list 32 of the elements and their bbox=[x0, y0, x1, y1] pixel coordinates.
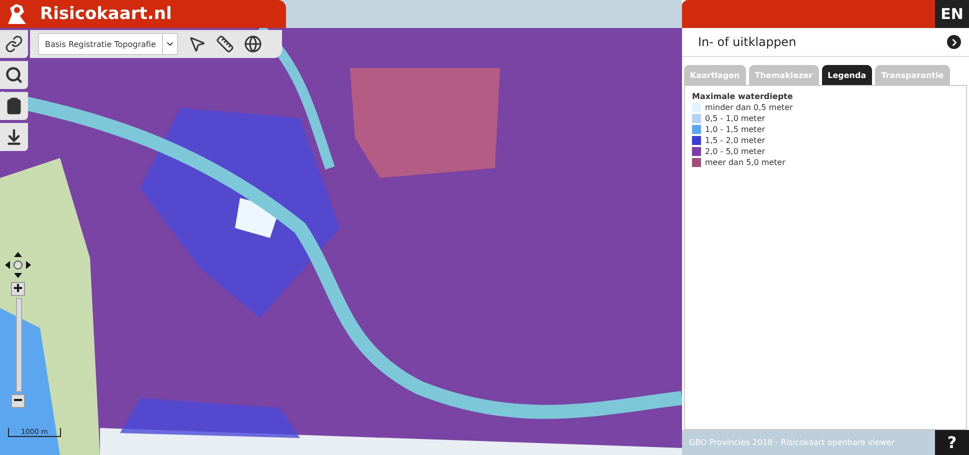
legend-label: 1,5 - 2,0 meter bbox=[705, 136, 766, 145]
legend-label: 1,0 - 1,5 meter bbox=[705, 125, 766, 134]
panel-tab[interactable]: Legenda bbox=[822, 65, 872, 85]
chevron-right-icon[interactable] bbox=[947, 35, 961, 49]
minus-icon bbox=[14, 396, 22, 404]
help-button[interactable]: ? bbox=[935, 430, 969, 455]
download-icon bbox=[5, 128, 23, 146]
plus-icon bbox=[14, 284, 22, 292]
collapse-toggle-label[interactable]: In- of uitklappen bbox=[698, 35, 796, 49]
legend-label: 2,0 - 5,0 meter bbox=[705, 147, 766, 156]
legend-label: 0,5 - 1,0 meter bbox=[705, 114, 766, 123]
footer-text: GBO Provincies 2018 - Risicokaart openbare viewer bbox=[688, 437, 896, 449]
language-button[interactable]: EN bbox=[935, 0, 969, 28]
legend-label: minder dan 0,5 meter bbox=[705, 103, 793, 112]
legend-title: Maximale waterdiepte bbox=[692, 92, 794, 101]
pan-control-icon[interactable] bbox=[4, 251, 32, 279]
search-icon bbox=[5, 66, 23, 84]
ruler-icon[interactable] bbox=[216, 35, 234, 53]
download-button[interactable] bbox=[0, 123, 28, 151]
site-title: Risicokaart.nl bbox=[40, 4, 172, 24]
link-icon bbox=[5, 35, 23, 53]
basemap-dropdown[interactable]: Basis Registratie Topografie bbox=[38, 33, 178, 55]
clipboard-button[interactable] bbox=[0, 92, 28, 120]
zoom-in-button[interactable] bbox=[11, 282, 25, 296]
zoom-out-button[interactable] bbox=[11, 394, 25, 408]
zoom-slider-track[interactable] bbox=[16, 298, 22, 392]
search-button[interactable] bbox=[0, 61, 28, 89]
clipboard-icon bbox=[5, 97, 23, 115]
pointer-icon[interactable] bbox=[188, 35, 206, 53]
legend-label: meer dan 5,0 meter bbox=[705, 158, 786, 167]
globe-icon[interactable] bbox=[244, 35, 262, 53]
link-button[interactable] bbox=[0, 30, 28, 58]
